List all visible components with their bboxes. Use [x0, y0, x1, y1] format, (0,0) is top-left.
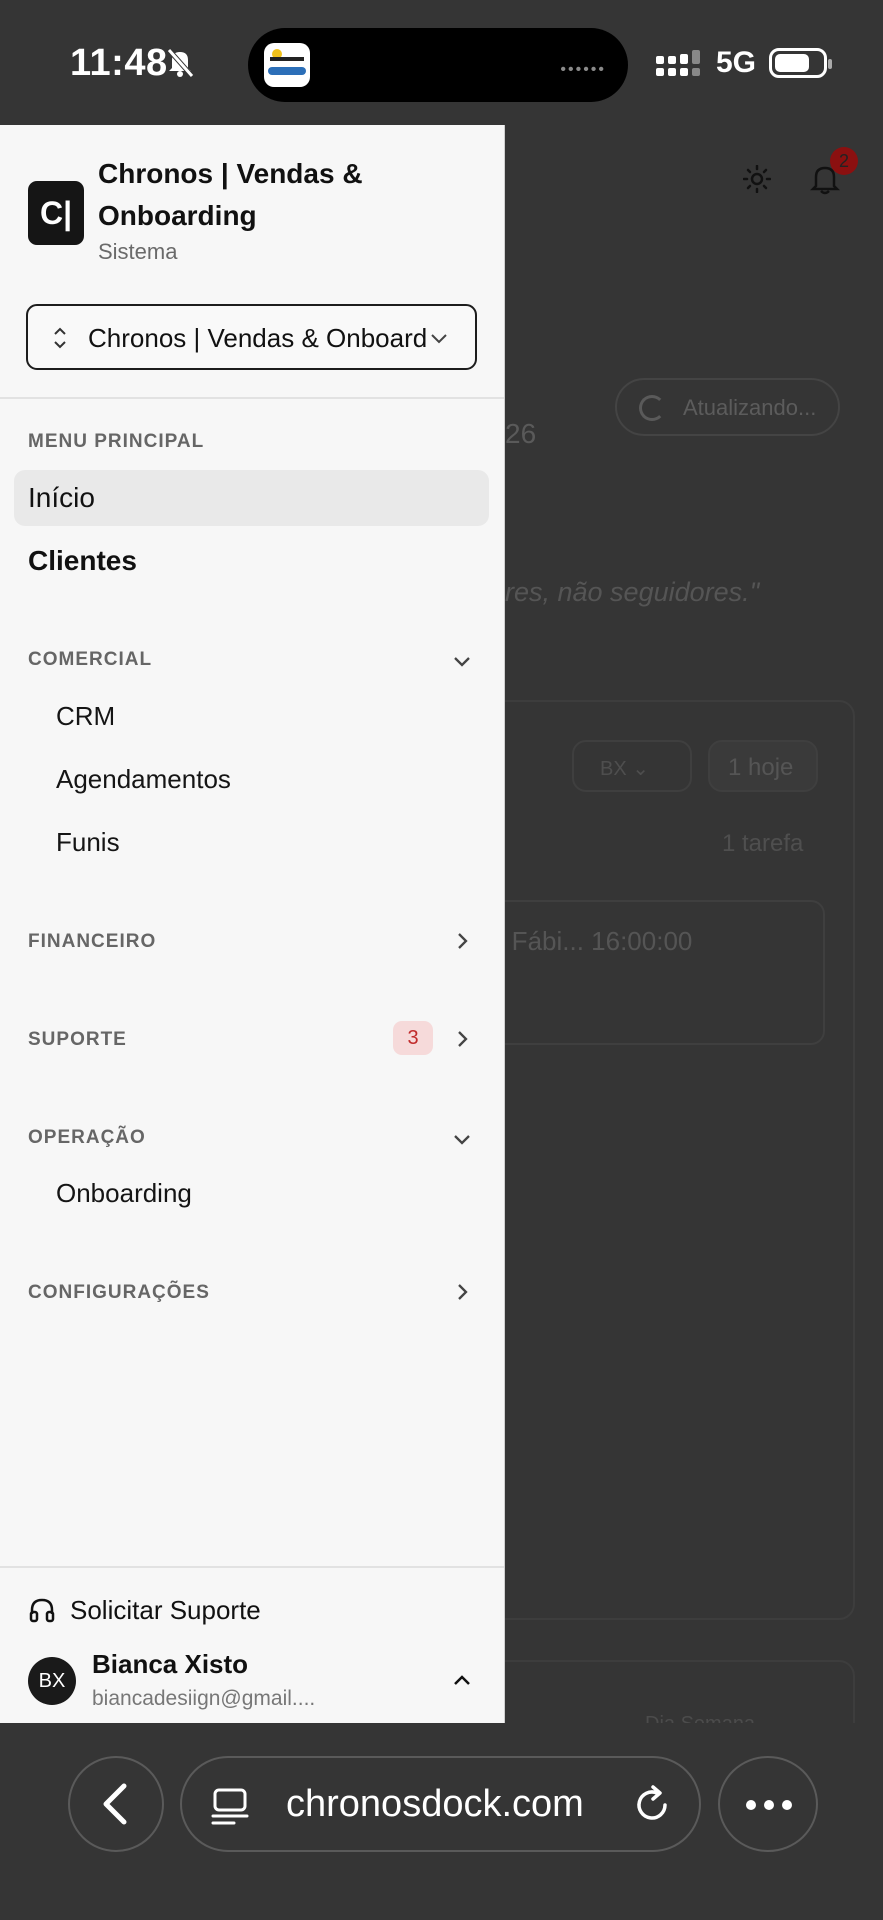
dynamic-island: •••••• [248, 28, 628, 102]
calendar-view-tabs[interactable]: Dia Semana [645, 1713, 755, 1723]
org-name: Chronos | Vendas & Onboarding [98, 158, 363, 231]
headset-icon[interactable] [28, 1597, 56, 1625]
browser-toolbar: chronosdock.com [0, 1723, 883, 1920]
status-time: 11:48 [70, 42, 168, 84]
section-suporte[interactable]: SUPORTE [28, 1029, 127, 1051]
app-thumbnail [264, 43, 310, 87]
chevron-right-icon[interactable] [452, 1282, 472, 1302]
updown-icon [54, 327, 66, 349]
back-button[interactable] [68, 1756, 164, 1852]
navigation-drawer: C| Chronos | Vendas & Onboarding Sistema… [0, 125, 505, 1723]
task-count: 1 tarefa [722, 830, 804, 857]
user-email: biancadesiign@gmail.... [92, 1687, 316, 1710]
assignee-select[interactable]: BX ⌄ [572, 740, 692, 792]
chevron-down-icon [431, 334, 447, 344]
org-logo: C| [28, 181, 84, 245]
workspace-switcher[interactable]: Chronos | Vendas & Onboard [26, 304, 477, 370]
chevron-right-icon[interactable] [452, 1029, 472, 1049]
chevron-right-icon[interactable] [452, 931, 472, 951]
theme-toggle-icon[interactable] [743, 165, 771, 193]
task-item[interactable]: g Fábi... 16:00:00 [480, 900, 825, 1045]
notification-badge: 2 [830, 147, 858, 175]
chevron-down-icon[interactable] [452, 651, 472, 671]
status-bar: 11:48 •••••• 5G [0, 0, 883, 125]
chevron-down-icon[interactable] [452, 1129, 472, 1149]
divider [0, 1566, 504, 1568]
nav-item-onboarding[interactable]: Onboarding [56, 1178, 192, 1209]
avatar[interactable]: BX [28, 1657, 76, 1705]
user-name[interactable]: Bianca Xisto [92, 1649, 248, 1680]
workspace-switcher-label: Chronos | Vendas & Onboard [88, 323, 426, 353]
org-subtitle: Sistema [98, 239, 178, 264]
chevron-up-icon[interactable] [452, 1671, 472, 1691]
today-button[interactable]: 1 hoje [708, 740, 818, 792]
battery-icon [769, 48, 832, 78]
network-type: 5G [716, 46, 757, 79]
more-button[interactable] [718, 1756, 818, 1852]
section-financeiro[interactable]: FINANCEIRO [28, 931, 156, 953]
tabs-icon[interactable] [210, 1786, 250, 1826]
signal-icon [656, 50, 700, 76]
nav-item-crm[interactable]: CRM [56, 701, 115, 732]
more-dots-icon [746, 1800, 792, 1810]
reload-icon[interactable] [633, 1783, 673, 1825]
section-configuracoes[interactable]: CONFIGURAÇÕES [28, 1282, 210, 1304]
island-dots-icon: •••••• [560, 61, 606, 78]
section-comercial[interactable]: COMERCIAL [28, 649, 152, 671]
nav-item-agendamentos[interactable]: Agendamentos [56, 764, 231, 795]
date-fragment: 26 [505, 418, 537, 449]
section-main-menu: MENU PRINCIPAL [28, 431, 205, 452]
request-support-link[interactable]: Solicitar Suporte [70, 1595, 261, 1626]
nav-item-funis[interactable]: Funis [56, 827, 120, 858]
section-operacao[interactable]: OPERAÇÃO [28, 1127, 146, 1149]
url-text: chronosdock.com [286, 1783, 584, 1825]
bell-off-icon [167, 48, 194, 78]
suporte-badge: 3 [393, 1021, 433, 1055]
divider [0, 397, 504, 399]
address-bar[interactable]: chronosdock.com [180, 1756, 701, 1852]
nav-item-clientes[interactable]: Clientes [28, 545, 137, 577]
chevron-left-icon [103, 1783, 127, 1825]
updating-indicator: Atualizando... [615, 378, 840, 436]
quote-fragment: res, não seguidores." [505, 577, 760, 607]
spinner-icon [639, 395, 665, 421]
nav-item-inicio-label[interactable]: Início [28, 482, 95, 514]
